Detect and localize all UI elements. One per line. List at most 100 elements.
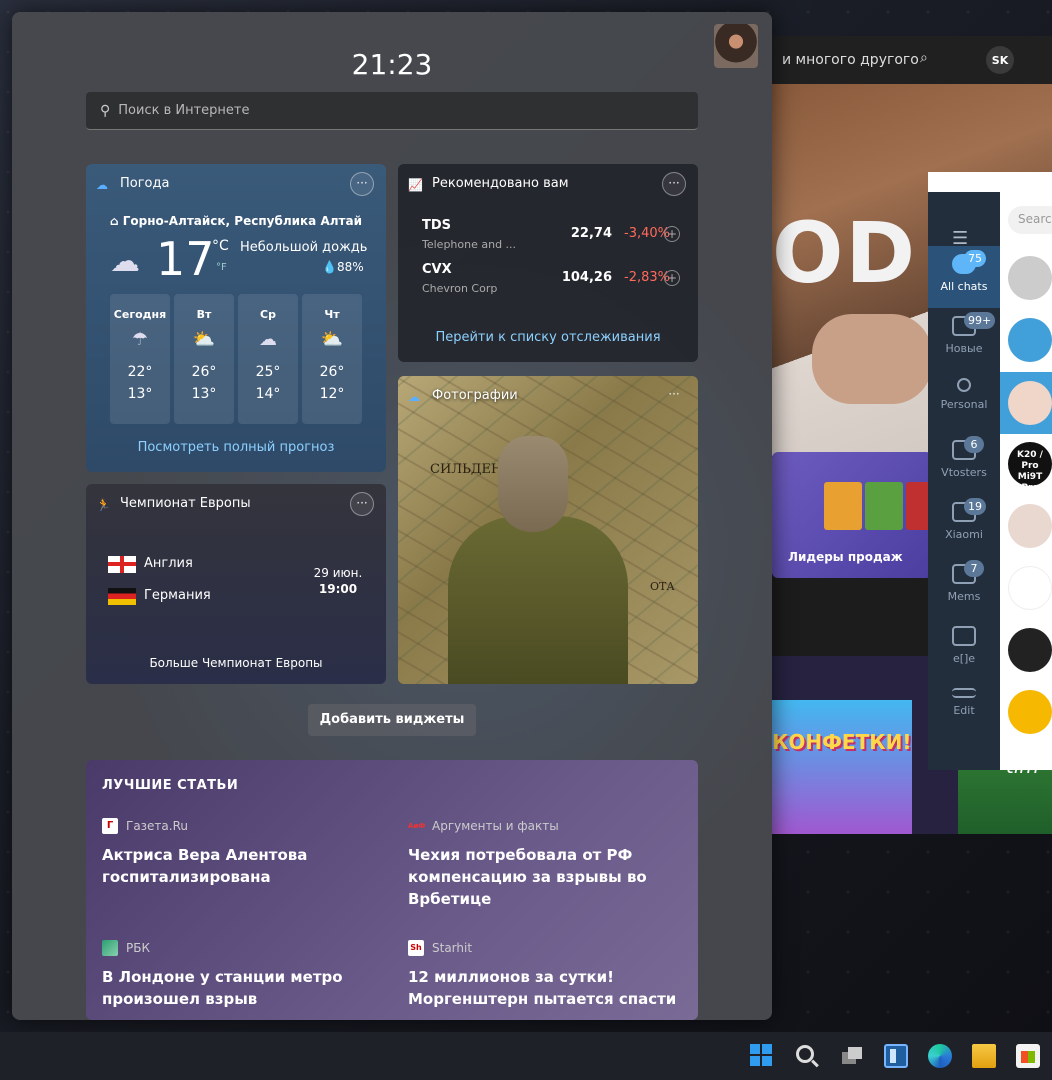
saved-messages-chat[interactable] — [1008, 318, 1052, 362]
avatar[interactable]: SK — [986, 46, 1014, 74]
match-time: 19:00 — [318, 582, 358, 596]
watchlist-link[interactable]: Перейти к списку отслеживания — [398, 330, 698, 345]
day-high: 22° — [127, 364, 153, 380]
chat-avatar[interactable] — [1008, 504, 1052, 548]
file-explorer-icon[interactable] — [972, 1044, 996, 1068]
article-source: АиФ Аргументы и факты — [408, 818, 688, 834]
folder-label: Vtosters — [941, 466, 987, 479]
stock-price: 22,74 — [570, 226, 612, 241]
store-search-text[interactable]: и многого другого — [782, 52, 919, 68]
folder-label: Mems — [947, 590, 981, 603]
chat-k20[interactable]: K20 / Pro Mi9T Pro — [1008, 442, 1052, 493]
folder-label: e[]e — [952, 652, 976, 665]
source-name: Starhit — [432, 941, 473, 955]
search-input[interactable]: Searc — [1008, 206, 1052, 234]
folder-label: All chats — [940, 280, 988, 293]
start-icon[interactable] — [750, 1044, 774, 1068]
candy-banner[interactable]: КОНФЕТКИ! — [772, 700, 912, 834]
folder-label: Xiaomi — [945, 528, 983, 541]
chat-avatar[interactable] — [1008, 628, 1052, 672]
add-icon[interactable]: + — [664, 270, 680, 286]
store-icon[interactable] — [1016, 1044, 1040, 1068]
tg-folder-mems[interactable]: 7 Mems — [928, 556, 1000, 618]
euro-widget[interactable]: 🏃 Чемпионат Европы ··· Англия Германия 2… — [86, 484, 386, 684]
starhit-logo-icon: Sh — [408, 940, 424, 956]
chart-icon: 📈 — [408, 178, 423, 192]
stocks-widget[interactable]: 📈 Рекомендовано вам ··· TDS Telephone an… — [398, 164, 698, 362]
article-headline: 12 миллионов за сутки! Моргенштерн пытае… — [408, 968, 677, 1008]
search-input[interactable]: ⚲ Поиск в Интернете — [86, 92, 698, 130]
stock-change: -2,83% — [624, 270, 670, 285]
selected-chat[interactable] — [1000, 372, 1052, 434]
stock-row[interactable]: CVX Chevron Corp 104,26 -2,83% + — [422, 262, 682, 302]
source-name: РБК — [126, 941, 150, 955]
person-icon — [957, 378, 971, 392]
weather-widget[interactable]: ☁ Погода ··· ⌂ Горно-Алтайск, Республика… — [86, 164, 386, 472]
article-card[interactable]: Г Газета.Ru Актриса Вера Алентова госпит… — [102, 818, 382, 888]
chat-avatar[interactable] — [1008, 690, 1052, 734]
avatar[interactable] — [714, 24, 758, 68]
hero-text: OD — [772, 204, 918, 302]
tg-folder-ebe[interactable]: e[]e — [928, 618, 1000, 680]
forecast-day[interactable]: Чт ⛅ 26° 12° — [302, 294, 362, 424]
runner-icon: 🏃 — [96, 498, 111, 512]
telegram-window: ☰ 75 All chats 99+ Новые Personal 6 Vtos… — [928, 172, 1052, 770]
day-low: 12° — [319, 386, 345, 402]
tg-folder-edit[interactable]: Edit — [928, 680, 1000, 742]
gazeta-logo-icon: Г — [102, 818, 118, 834]
day-name: Вт — [196, 308, 212, 321]
article-card[interactable]: Р РБК В Лондоне у станции метро произоше… — [102, 940, 382, 1010]
edge-icon[interactable] — [928, 1044, 952, 1068]
celsius-toggle[interactable]: °C — [212, 238, 229, 254]
search-placeholder: Поиск в Интернете — [118, 103, 250, 118]
tg-folder-personal[interactable]: Personal — [928, 370, 1000, 432]
article-source: Sh Starhit — [408, 940, 688, 956]
full-forecast-link[interactable]: Посмотреть полный прогноз — [86, 440, 386, 455]
fahrenheit-toggle[interactable]: °F — [216, 262, 227, 273]
archive-chat[interactable] — [1008, 256, 1052, 300]
day-low: 13° — [191, 386, 217, 402]
forecast-day[interactable]: Вт ⛅ 26° 13° — [174, 294, 234, 424]
chat-avatar[interactable] — [1008, 566, 1052, 610]
more-euro-link[interactable]: Больше Чемпионат Европы — [86, 656, 386, 670]
unread-badge: 7 — [964, 560, 984, 577]
rbc-logo-icon: Р — [102, 940, 118, 956]
photo-character-head — [498, 436, 568, 532]
more-options-button[interactable]: ··· — [662, 384, 686, 408]
tg-folder-all-chats[interactable]: 75 All chats — [928, 246, 1000, 308]
widget-title: Чемпионат Европы — [120, 496, 251, 511]
search-icon[interactable] — [796, 1045, 814, 1063]
more-options-button[interactable]: ··· — [350, 492, 374, 516]
forecast-day[interactable]: Ср ☁ 25° 14° — [238, 294, 298, 424]
stock-row[interactable]: TDS Telephone and ... 22,74 -3,40% + — [422, 218, 682, 258]
day-high: 26° — [319, 364, 345, 380]
article-card[interactable]: Sh Starhit 12 миллионов за сутки! Морген… — [408, 940, 688, 1010]
tg-folder-vtosters[interactable]: 6 Vtosters — [928, 432, 1000, 494]
search-icon[interactable]: ⌕ — [920, 50, 940, 70]
photos-widget[interactable]: СИЛЬДЕН ОТА ☁ Фотографии ··· — [398, 376, 698, 684]
task-view-icon[interactable] — [840, 1044, 864, 1068]
forecast-day[interactable]: Сегодня ☂ 22° 13° — [110, 294, 170, 424]
more-options-button[interactable]: ··· — [662, 172, 686, 196]
unread-badge: 6 — [964, 436, 984, 453]
search-icon: ⚲ — [100, 102, 111, 119]
widgets-icon[interactable] — [884, 1044, 908, 1068]
article-source: Г Газета.Ru — [102, 818, 382, 834]
weather-condition: Небольшой дождь — [240, 240, 368, 255]
day-name: Сегодня — [113, 308, 167, 321]
rain-cloud-icon: ☁ — [110, 244, 140, 279]
leaders-label: Лидеры продаж — [788, 550, 903, 564]
leaders-tile[interactable]: Лидеры продаж — [772, 452, 944, 578]
add-widgets-button[interactable]: Добавить виджеты — [308, 704, 476, 736]
add-icon[interactable]: + — [664, 226, 680, 242]
article-card[interactable]: АиФ Аргументы и факты Чехия потребовала … — [408, 818, 688, 910]
stock-price: 104,26 — [561, 270, 612, 285]
widget-title: Рекомендовано вам — [432, 176, 569, 191]
widget-title: Фотографии — [432, 388, 518, 403]
tg-folder-new[interactable]: 99+ Новые — [928, 308, 1000, 370]
drop-icon: 💧 — [322, 260, 337, 274]
folder-label: Personal — [940, 398, 988, 411]
tg-folder-xiaomi[interactable]: 19 Xiaomi — [928, 494, 1000, 556]
location-label: Горно-Алтайск, Республика Алтай — [122, 214, 362, 228]
more-options-button[interactable]: ··· — [350, 172, 374, 196]
